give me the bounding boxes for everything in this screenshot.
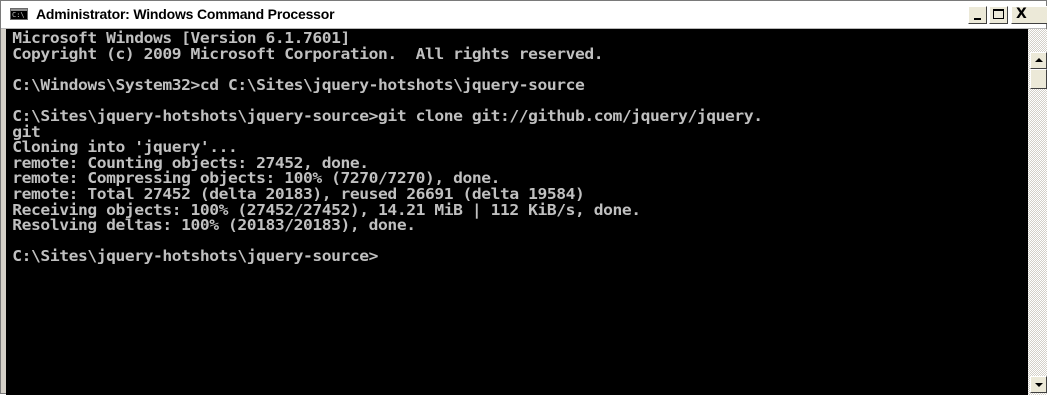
scroll-up-button[interactable] <box>1030 52 1047 69</box>
maximize-button[interactable] <box>989 6 1008 24</box>
vertical-scrollbar[interactable] <box>1028 29 1047 395</box>
console-line: Copyright (c) 2009 Microsoft Corporation… <box>12 44 604 63</box>
minimize-icon <box>974 18 981 20</box>
cmd-icon[interactable]: C:\ <box>10 8 28 20</box>
console-text: Microsoft Windows [Version 6.1.7601] Copy… <box>6 29 1028 265</box>
scroll-thumb[interactable] <box>1030 69 1047 89</box>
window-title: Administrator: Windows Command Processor <box>36 6 335 22</box>
console-line: C:\Windows\System32>cd C:\Sites\jquery-h… <box>12 75 585 94</box>
close-icon: X <box>1016 6 1027 22</box>
command-prompt-window: C:\ Administrator: Windows Command Proce… <box>0 0 1047 395</box>
scroll-down-button[interactable] <box>1030 376 1047 393</box>
scroll-up-icon <box>1035 58 1043 62</box>
title-bar[interactable]: C:\ Administrator: Windows Command Proce… <box>1 1 1047 29</box>
console-output[interactable]: Microsoft Windows [Version 6.1.7601] Copy… <box>6 29 1028 395</box>
minimize-button[interactable] <box>968 6 987 24</box>
console-line: C:\Sites\jquery-hotshots\jquery-source>g… <box>12 106 763 125</box>
console-line: C:\Sites\jquery-hotshots\jquery-source> <box>12 247 379 266</box>
maximize-icon <box>993 9 1004 19</box>
console-line: Resolving deltas: 100% (20183/20183), do… <box>12 216 416 235</box>
close-button[interactable]: X <box>1011 6 1047 24</box>
scroll-down-icon <box>1035 383 1043 387</box>
cmd-icon-label: C:\ <box>12 11 25 19</box>
